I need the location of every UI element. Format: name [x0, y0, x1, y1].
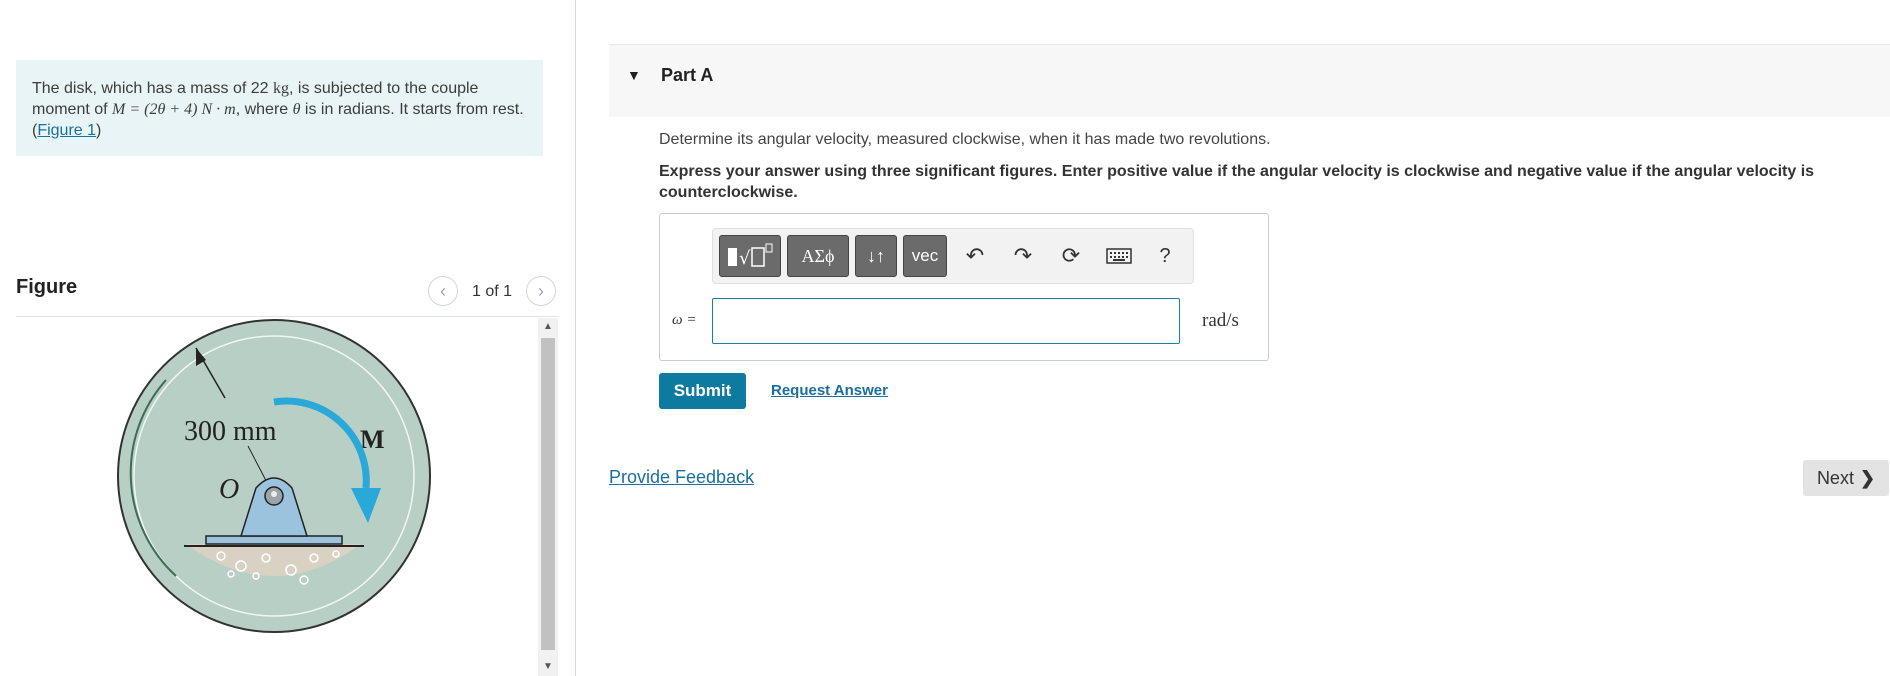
radius-label: 300 mm [184, 416, 277, 447]
pin-highlight [271, 491, 277, 497]
figure-link[interactable]: Figure 1 [37, 122, 96, 139]
part-title: Part A [661, 65, 714, 85]
chevron-right-icon: › [538, 280, 544, 301]
moment-label: M [360, 425, 385, 454]
problem-text: ) [96, 122, 102, 139]
disk [117, 319, 431, 633]
mass-unit: kg [273, 80, 289, 97]
submit-button[interactable]: Submit [659, 373, 746, 409]
next-label: Next [1816, 467, 1854, 488]
figure-counter: 1 of 1 [472, 283, 513, 300]
math-toolbar: √ ΑΣϕ ↓↑ vec ↶ ↷ ⟳ ? [712, 228, 1194, 284]
request-answer-link[interactable]: Request Answer [771, 382, 888, 399]
undo-icon[interactable]: ↶ [955, 235, 995, 277]
scroll-down-icon[interactable]: ▼ [538, 658, 558, 676]
chevron-right-icon: ❯ [1859, 467, 1876, 488]
answer-box: √ ΑΣϕ ↓↑ vec ↶ ↷ ⟳ ? ω = rad/s [659, 213, 1269, 361]
figure-title: Figure [16, 276, 78, 298]
next-button[interactable]: Next ❯ [1803, 460, 1889, 496]
moment-equation: M = (2θ + 4) N · m [112, 101, 236, 118]
figure-scrollbar[interactable]: ▲ ▼ [538, 318, 558, 676]
provide-feedback-link[interactable]: Provide Feedback [609, 467, 754, 488]
scroll-thumb[interactable] [541, 338, 555, 650]
redo-icon[interactable]: ↷ [1003, 235, 1043, 277]
greek-button[interactable]: ΑΣϕ [787, 235, 849, 277]
question-text: Determine its angular velocity, measured… [659, 131, 1271, 148]
disk-diagram: 300 mm M O [117, 319, 431, 633]
arrows-button[interactable]: ↓↑ [855, 235, 897, 277]
prev-figure-button[interactable]: ‹ [428, 276, 458, 306]
part-header[interactable]: ▼ Part A [609, 44, 1890, 117]
right-pane: ▼ Part A Determine its angular velocity,… [609, 0, 1890, 676]
reset-icon[interactable]: ⟳ [1051, 235, 1091, 277]
keyboard-icon[interactable] [1099, 235, 1139, 277]
origin-label: O [219, 474, 239, 505]
templates-button[interactable]: √ [719, 235, 781, 277]
problem-text: , where [235, 101, 293, 118]
base-plate [205, 535, 343, 545]
divider [16, 316, 559, 317]
scroll-up-icon[interactable]: ▲ [538, 318, 558, 336]
chevron-left-icon: ‹ [440, 280, 446, 301]
answer-label: ω = [672, 312, 697, 328]
instruction-text: Express your answer using three signific… [659, 163, 1815, 201]
help-button[interactable]: ? [1145, 235, 1185, 277]
angular-velocity-input[interactable] [712, 298, 1180, 344]
problem-statement: The disk, which has a mass of 22 kg, is … [16, 60, 543, 156]
left-pane: The disk, which has a mass of 22 kg, is … [0, 0, 576, 676]
vec-button[interactable]: vec [903, 235, 947, 277]
templates-icon: √ [728, 243, 773, 269]
caret-down-icon[interactable]: ▼ [627, 67, 641, 83]
figure-image: 300 mm M O [16, 318, 536, 676]
problem-text: The disk, which has a mass of 22 [32, 80, 273, 97]
svg-text:√: √ [739, 248, 751, 269]
next-figure-button[interactable]: › [526, 276, 556, 306]
unit-label: rad/s [1202, 310, 1239, 331]
